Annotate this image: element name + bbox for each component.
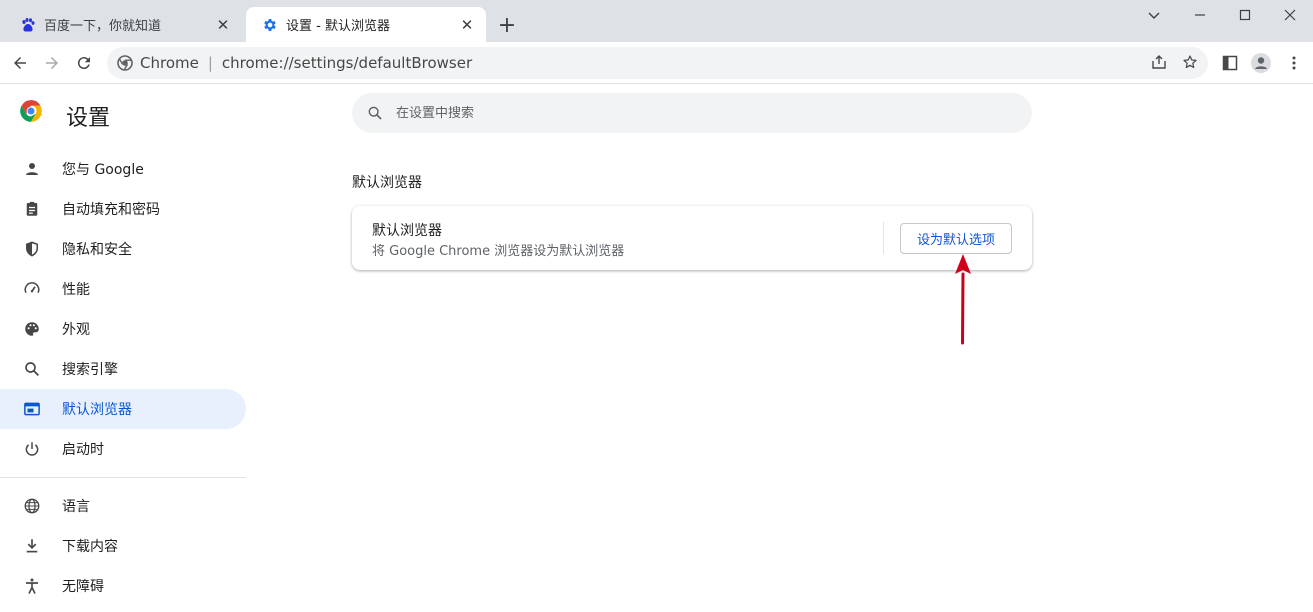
palette-icon [22,319,42,339]
omnibox-url[interactable]: chrome://settings/defaultBrowser [222,54,472,72]
accessibility-icon [22,576,42,596]
close-icon[interactable]: ✕ [214,16,232,34]
default-browser-card: 默认浏览器 将 Google Chrome 浏览器设为默认浏览器 设为默认选项 [352,206,1032,270]
maximize-icon[interactable] [1222,0,1268,30]
minimize-icon[interactable] [1177,0,1223,30]
sidebar-item-label: 隐私和安全 [62,242,132,258]
sidebar-item-appearance[interactable]: 外观 [0,309,246,349]
sidebar-item-autofill[interactable]: 自动填充和密码 [0,189,246,229]
browser-window-icon [22,399,42,419]
forward-arrow-icon[interactable] [38,49,66,77]
search-icon [366,104,384,122]
sidebar-item-search-engine[interactable]: 搜索引擎 [0,349,246,389]
tab-title: 设置 - 默认浏览器 [286,19,390,34]
tab-search-chevron-down-icon[interactable] [1131,0,1177,30]
sidebar-item-on-startup[interactable]: 启动时 [0,429,246,469]
annotation-arrow-icon [955,254,971,345]
baidu-paw-icon [20,17,36,33]
sidebar-item-default-browser[interactable]: 默认浏览器 [0,389,246,429]
chrome-logo-icon [18,98,44,124]
sidebar-item-you-and-google[interactable]: 您与 Google [0,149,246,189]
browser-toolbar: Chrome | chrome://settings/defaultBrowse… [0,42,1313,84]
speedometer-icon [22,279,42,299]
chrome-logo-icon [116,54,134,72]
share-icon[interactable] [1148,51,1170,73]
shield-icon [22,239,42,259]
sidebar-item-accessibility[interactable]: 无障碍 [0,566,246,606]
sidebar-item-privacy[interactable]: 隐私和安全 [0,229,246,269]
omnibox-separator: | [207,54,213,72]
sidebar-item-label: 您与 Google [62,162,144,178]
sidebar-item-label: 性能 [62,282,90,298]
window-close-icon[interactable] [1267,0,1313,30]
gear-icon [262,17,278,33]
sidebar-item-label: 下载内容 [62,539,118,555]
search-icon [22,359,42,379]
sidebar-divider [0,477,246,478]
sidebar-item-label: 外观 [62,322,90,338]
sidebar-item-downloads[interactable]: 下载内容 [0,526,246,566]
download-icon [22,536,42,556]
default-browser-label: 默认浏览器 [372,223,442,239]
sidebar-item-label: 语言 [62,499,90,515]
globe-icon [22,496,42,516]
reload-icon[interactable] [70,49,98,77]
profile-avatar-icon[interactable] [1247,49,1275,77]
tab-strip: 百度一下，你就知道 ✕ 设置 - 默认浏览器 ✕ + [0,0,1313,42]
sidebar-item-label: 无障碍 [62,579,104,595]
close-icon[interactable]: ✕ [458,16,476,34]
tab-title: 百度一下，你就知道 [44,19,162,34]
tab-settings[interactable]: 设置 - 默认浏览器 ✕ [246,7,486,42]
tab-baidu[interactable]: 百度一下，你就知道 ✕ [4,7,242,42]
bookmark-star-icon[interactable] [1179,51,1201,73]
new-tab-plus-icon[interactable]: + [494,12,520,38]
section-title: 默认浏览器 [352,175,422,191]
side-panel-icon[interactable] [1216,49,1244,77]
settings-search-input[interactable] [396,105,996,121]
sidebar-item-label: 搜索引擎 [62,362,118,378]
address-bar[interactable]: Chrome | chrome://settings/defaultBrowse… [107,47,1208,79]
sidebar-item-label: 启动时 [62,442,104,458]
page-title: 设置 [66,106,111,131]
back-arrow-icon[interactable] [6,49,34,77]
default-browser-description: 将 Google Chrome 浏览器设为默认浏览器 [372,244,625,259]
power-icon [22,439,42,459]
card-separator [883,222,884,254]
person-icon [22,159,42,179]
sidebar-item-label: 默认浏览器 [62,402,132,418]
settings-search-box[interactable] [352,93,1032,133]
sidebar-item-performance[interactable]: 性能 [0,269,246,309]
omnibox-chip: Chrome [140,54,199,72]
clipboard-icon [22,199,42,219]
sidebar-item-languages[interactable]: 语言 [0,486,246,526]
more-vert-icon[interactable] [1280,49,1308,77]
sidebar-item-label: 自动填充和密码 [62,202,160,218]
